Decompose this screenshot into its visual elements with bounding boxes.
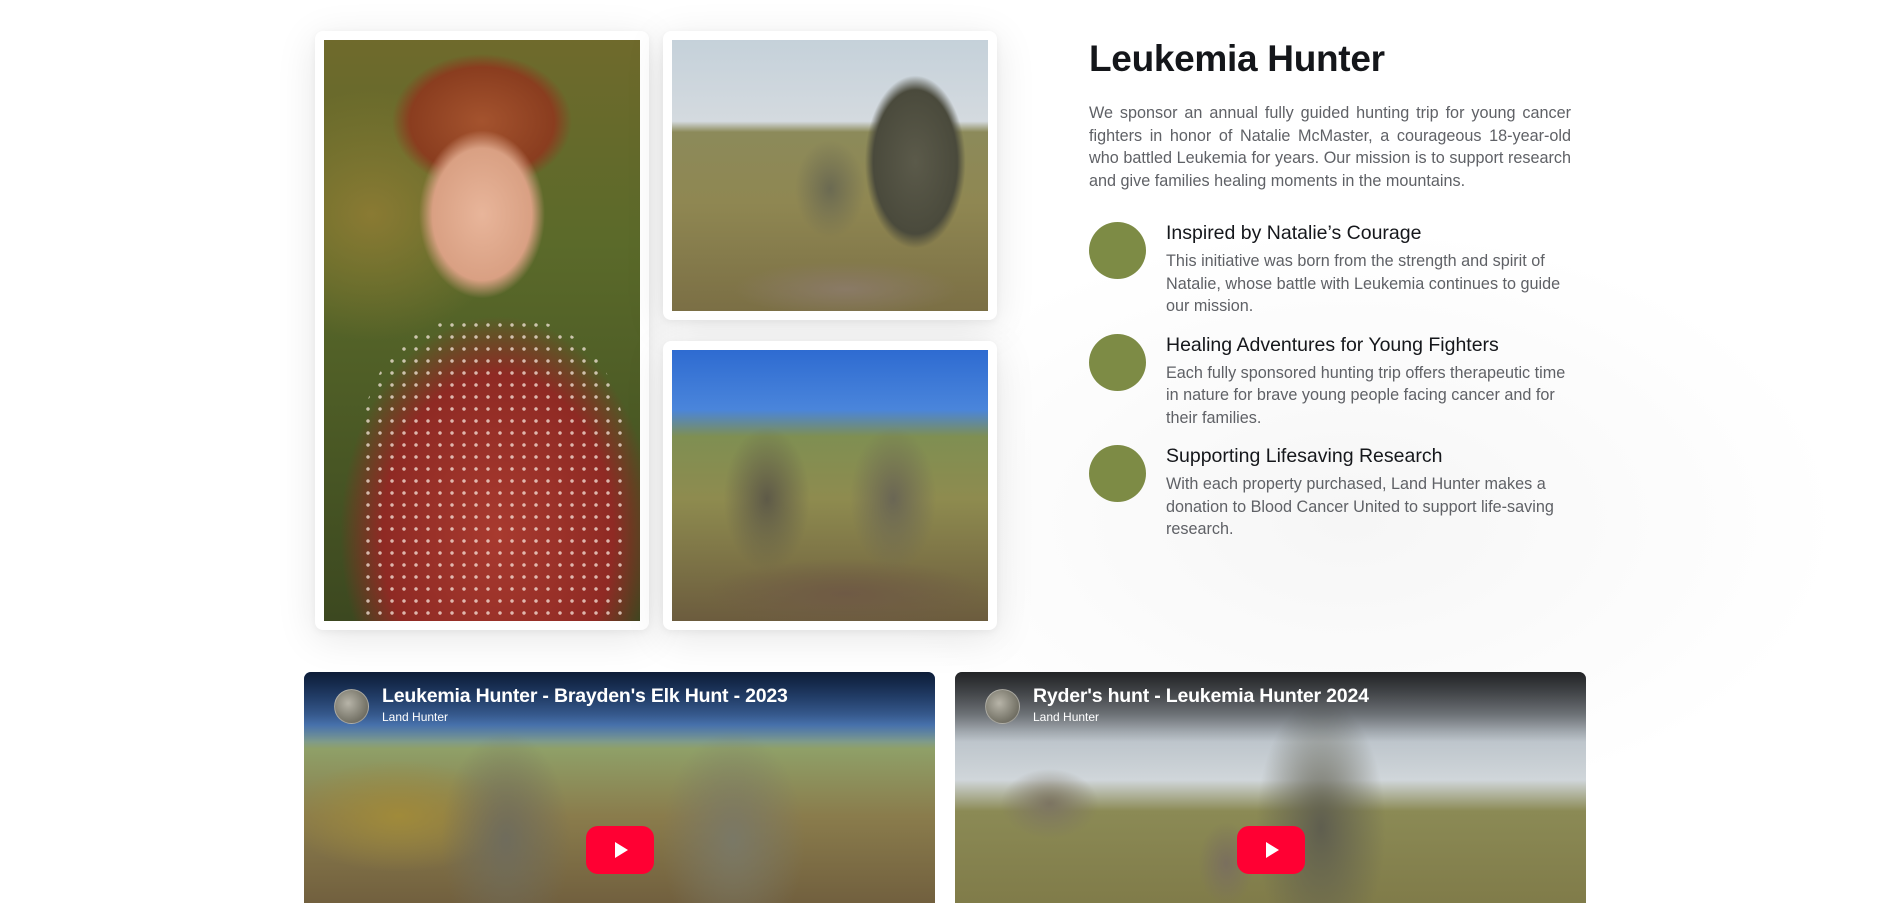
feature-text: This initiative was born from the streng…: [1166, 252, 1561, 315]
video-title[interactable]: Leukemia Hunter - Brayden's Elk Hunt - 2…: [382, 685, 788, 708]
deer-hunt-photo-frame: [663, 31, 997, 320]
channel-avatar[interactable]: [985, 689, 1020, 724]
feature-text: With each property purchased, Land Hunte…: [1166, 475, 1554, 538]
deer-hunt-photo: [672, 40, 988, 311]
section-intro: We sponsor an annual fully guided huntin…: [1089, 104, 1571, 190]
play-button[interactable]: [585, 826, 654, 874]
floral-dress-pattern: [361, 318, 625, 621]
play-button[interactable]: [1236, 826, 1305, 874]
youtube-play-icon: [1265, 842, 1279, 858]
feature-text: Each fully sponsored hunting trip offers…: [1166, 363, 1566, 427]
feature-list: Inspired by Natalie’s Courage This initi…: [1089, 220, 1571, 541]
channel-avatar[interactable]: [334, 689, 369, 724]
feature-title: Healing Adventures for Young Fighters: [1166, 333, 1499, 356]
video-channel-name: Land Hunter: [382, 710, 449, 724]
feature-circle-icon: [1089, 333, 1146, 391]
feature-item-research: Supporting Lifesaving Research With each…: [1089, 443, 1571, 541]
leukemia-hunter-content: Leukemia Hunter We sponsor an annual ful…: [1089, 36, 1571, 541]
natalie-portrait-photo: [324, 40, 640, 621]
page: Leukemia Hunter We sponsor an annual ful…: [0, 0, 1887, 903]
feature-circle-icon: [1089, 222, 1146, 279]
elk-hunt-photo: [672, 350, 988, 621]
youtube-play-icon: [614, 842, 628, 858]
video-title[interactable]: Ryder's hunt - Leukemia Hunter 2024: [1033, 685, 1369, 708]
video-channel-name: Land Hunter: [1033, 710, 1100, 724]
feature-item-courage: Inspired by Natalie’s Courage This initi…: [1089, 220, 1571, 318]
natalie-portrait-frame: [315, 31, 649, 630]
elk-hunt-photo-frame: [663, 341, 997, 630]
feature-title: Supporting Lifesaving Research: [1166, 445, 1443, 467]
feature-title: Inspired by Natalie’s Courage: [1166, 222, 1422, 244]
feature-item-adventures: Healing Adventures for Young Fighters Ea…: [1089, 332, 1571, 430]
section-title: Leukemia Hunter: [1089, 38, 1385, 79]
video-embed-ryder[interactable]: Ryder's hunt - Leukemia Hunter 2024 Land…: [955, 672, 1586, 903]
video-embed-brayden[interactable]: Leukemia Hunter - Brayden's Elk Hunt - 2…: [304, 672, 935, 903]
feature-circle-icon: [1089, 445, 1146, 502]
